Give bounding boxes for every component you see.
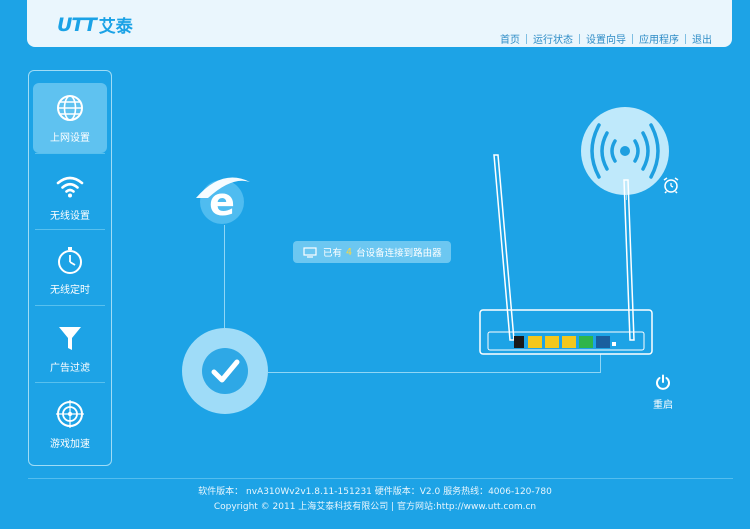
sidebar-item-label: 无线设置 (50, 211, 90, 222)
top-nav: 首页 运行状态 设置向导 应用程序 退出 (494, 31, 718, 46)
connected-devices-badge[interactable]: 已有 4 台设备连接到路由器 (293, 241, 451, 263)
router-illustration[interactable] (478, 150, 658, 362)
connector-line (224, 225, 225, 328)
nav-home[interactable]: 首页 (494, 31, 526, 46)
target-icon (56, 400, 84, 428)
sidebar-divider (35, 229, 105, 230)
sidebar-item-label: 无线定时 (50, 285, 90, 296)
monitor-icon (303, 246, 317, 258)
header: UTT 艾泰 首页 运行状态 设置向导 应用程序 退出 (27, 0, 732, 47)
connector-line (268, 372, 601, 373)
footer-version: 软件版本： nvA310Wv2v1.8.11-151231 硬件版本：V2.0 … (198, 487, 552, 497)
footer-copyright: Copyright © 2011 上海艾泰科技有限公司 | 官方网站:http:… (213, 502, 537, 512)
checkmark-icon (211, 359, 240, 383)
devices-prefix: 已有 (323, 248, 343, 259)
sidebar-item-ad-filter[interactable]: 广告过滤 (33, 313, 107, 383)
sidebar-item-wireless-timer[interactable]: 无线定时 (33, 235, 107, 305)
sidebar-divider (35, 382, 105, 383)
connection-status-circle[interactable] (182, 328, 268, 414)
brand-logo[interactable]: UTT 艾泰 (57, 12, 133, 38)
sidebar-item-internet[interactable]: 上网设置 (33, 83, 107, 153)
sidebar-divider (35, 305, 105, 306)
sidebar: 上网设置 无线设置 无线定时 广告过滤 游戏加速 (28, 70, 112, 466)
restart-label: 重启 (653, 400, 673, 411)
filter-icon (59, 327, 81, 350)
wifi-icon (56, 176, 84, 198)
internet-explorer-icon[interactable]: e (192, 172, 252, 228)
nav-wizard[interactable]: 设置向导 (580, 31, 632, 46)
sidebar-item-game-boost[interactable]: 游戏加速 (33, 389, 107, 459)
logo-text: UTT (57, 13, 97, 36)
devices-suffix: 台设备连接到路由器 (356, 248, 442, 259)
sidebar-item-wireless[interactable]: 无线设置 (33, 161, 107, 231)
brand-name: 艾泰 (98, 17, 133, 37)
devices-count: 4 (346, 246, 353, 258)
nav-status[interactable]: 运行状态 (527, 31, 579, 46)
restart-button[interactable]: 重启 (650, 374, 676, 411)
stopwatch-icon (58, 247, 82, 274)
sidebar-item-label: 游戏加速 (50, 439, 90, 450)
check-badge (202, 348, 248, 394)
globe-icon (57, 95, 83, 121)
sidebar-divider (35, 153, 105, 154)
sidebar-item-label: 广告过滤 (50, 363, 90, 374)
footer-divider (28, 478, 733, 479)
nav-logout[interactable]: 退出 (686, 31, 718, 46)
sidebar-item-label: 上网设置 (50, 133, 90, 144)
nav-apps[interactable]: 应用程序 (633, 31, 685, 46)
power-icon (656, 374, 670, 390)
alarm-clock-icon[interactable] (662, 176, 680, 194)
